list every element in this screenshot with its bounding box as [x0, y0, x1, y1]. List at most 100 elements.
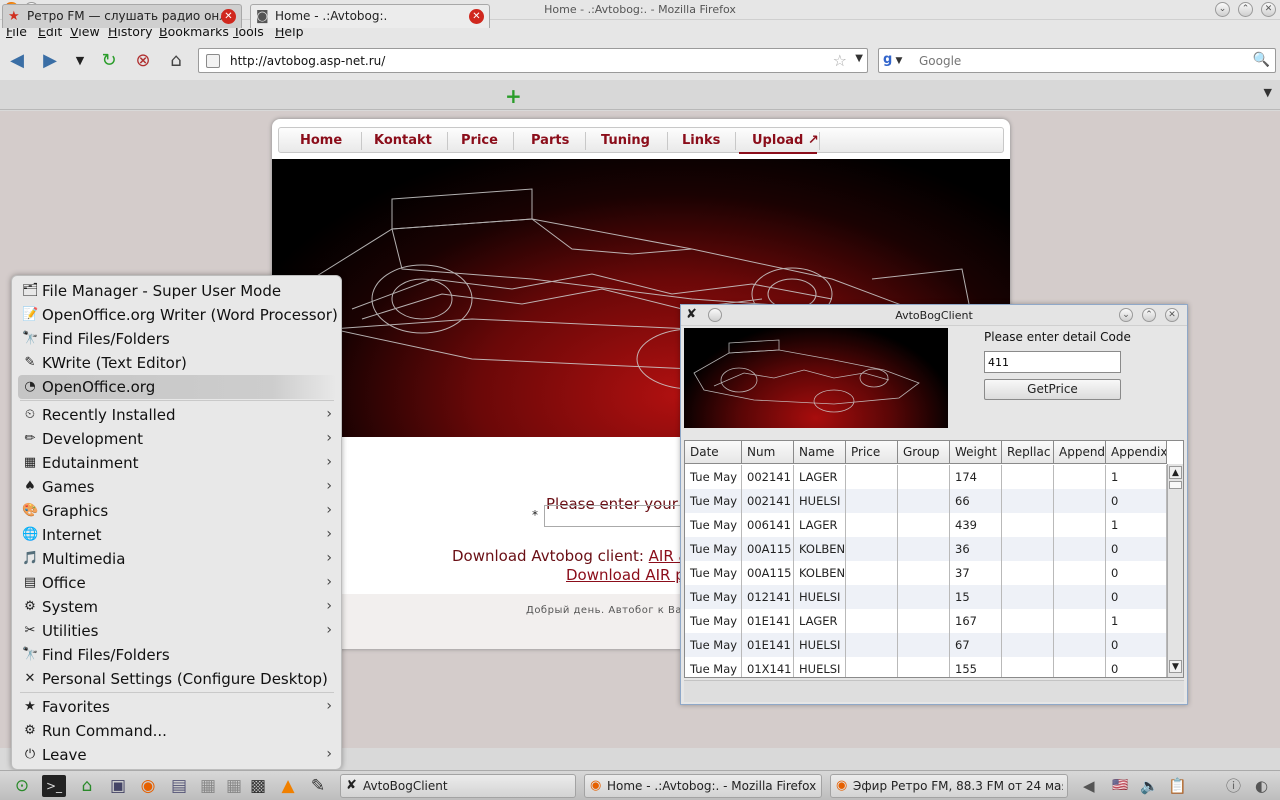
minimize-icon[interactable]: ⌄ [1215, 2, 1230, 17]
google-engine-icon[interactable]: g ▼ [883, 52, 915, 70]
kde-launcher-icon[interactable]: ⊙ [10, 775, 34, 797]
maximize-icon[interactable]: ⌃ [1238, 2, 1253, 17]
home-folder-icon[interactable]: ⌂ [75, 775, 99, 797]
reload-icon[interactable]: ↻ [98, 50, 120, 72]
scroll-up-arrow-icon[interactable]: ▲ [1169, 466, 1182, 479]
table-row[interactable]: Tue May 00A115 KOLBEN 37 0 [685, 561, 1167, 585]
task-firefox-retro[interactable]: ◉ Эфир Ретро FM, 88.3 FM от 24 мая [830, 774, 1068, 798]
menu-item-recently-installed[interactable]: ⏲ Recently Installed › [18, 403, 336, 427]
us-flag-icon[interactable]: 🇺🇸 [1112, 776, 1128, 796]
menu-item-office[interactable]: ▤ Office › [18, 571, 336, 595]
column-header-num[interactable]: Num [742, 441, 794, 464]
menu-item-file-manager-super-user-mode[interactable]: 🗂 File Manager - Super User Mode [18, 279, 336, 303]
close-icon[interactable]: ✕ [1261, 2, 1276, 17]
tab-close-icon[interactable]: ✕ [221, 9, 236, 24]
column-header-weight[interactable]: Weight [950, 441, 1002, 464]
search-input[interactable] [919, 52, 1239, 70]
page-code-input[interactable] [544, 505, 694, 527]
menu-item-openoffice-org-writer-word-processor[interactable]: 📝 OpenOffice.org Writer (Word Processor) [18, 303, 338, 327]
tab-close-icon[interactable]: ✕ [469, 9, 484, 24]
url-bar[interactable]: http://avtobog.asp-net.ru/ ☆ ▼ [198, 48, 868, 73]
forward-icon[interactable]: ▶ [39, 50, 61, 72]
search-bar[interactable]: g ▼ 🔍 [878, 48, 1276, 73]
site-nav-home[interactable]: Home [300, 133, 342, 148]
image-viewer-icon[interactable]: ▩ [246, 775, 270, 797]
site-nav-price[interactable]: Price [461, 133, 498, 148]
system-settings-icon[interactable]: ▣ [106, 775, 130, 797]
menu-item-internet[interactable]: 🌐 Internet › [18, 523, 336, 547]
site-nav-tuning[interactable]: Tuning [601, 133, 650, 148]
site-nav-parts[interactable]: Parts [531, 133, 569, 148]
menu-item-edutainment[interactable]: ▦ Edutainment › [18, 451, 336, 475]
get-price-button[interactable]: GetPrice [984, 379, 1121, 400]
tab-list-chevron-icon[interactable]: ▼ [1264, 86, 1272, 99]
menu-item-multimedia[interactable]: 🎵 Multimedia › [18, 547, 336, 571]
maximize-icon[interactable]: ⌃ [1142, 308, 1156, 322]
download-air-link[interactable]: Download AIR pl [566, 566, 689, 584]
info-icon[interactable]: ⓘ [1226, 776, 1241, 796]
show-desktop-icon[interactable]: ◐ [1255, 776, 1268, 796]
menu-item-system[interactable]: ⚙ System › [18, 595, 336, 619]
site-nav-links[interactable]: Links [682, 133, 720, 148]
clipboard-icon[interactable]: 📋 [1168, 776, 1187, 796]
tab-avtobog[interactable]: ◙ Home - .:Avtobog:. ✕ [250, 4, 490, 28]
minimize-icon[interactable]: ⌄ [1119, 308, 1133, 322]
table-row[interactable]: Tue May 01X141 HUELSI 155 0 [685, 657, 1167, 677]
column-header-name[interactable]: Name [794, 441, 846, 464]
volume-icon[interactable]: 🔈 [1140, 776, 1159, 796]
home-icon[interactable]: ⌂ [165, 50, 187, 72]
table-row[interactable]: Tue May 01E141 HUELSI 67 0 [685, 633, 1167, 657]
menu-item-openoffice-org[interactable]: ◔ OpenOffice.org [18, 375, 336, 399]
column-header-price[interactable]: Price [846, 441, 898, 464]
task-firefox-avtobog[interactable]: ◉ Home - .:Avtobog:. - Mozilla Firefox [584, 774, 822, 798]
menu-item-utilities[interactable]: ✂ Utilities › [18, 619, 336, 643]
search-icon[interactable]: 🔍 [1253, 52, 1270, 68]
history-dropdown-icon[interactable]: ▼ [69, 50, 91, 72]
desktop-pager-icon[interactable]: ▦ [222, 775, 246, 797]
back-icon[interactable]: ◀ [6, 50, 28, 72]
site-nav-upload[interactable]: Upload ↗ [752, 133, 819, 148]
menu-item-leave[interactable]: ⏻ Leave › [18, 743, 336, 767]
file-browser-icon[interactable]: ▤ [167, 775, 191, 797]
url-dropdown-icon[interactable]: ▼ [855, 53, 863, 64]
menu-item-favorites[interactable]: ★ Favorites › [18, 695, 336, 719]
detail-code-input[interactable] [984, 351, 1121, 373]
desktop-pager-icon[interactable]: ▦ [196, 775, 220, 797]
table-row[interactable]: Tue May 00A115 KOLBEN 36 0 [685, 537, 1167, 561]
scroll-thumb[interactable] [1169, 481, 1182, 489]
scroll-down-arrow-icon[interactable]: ▼ [1169, 660, 1182, 673]
menu-item-find-files-folders[interactable]: 🔭 Find Files/Folders [18, 643, 336, 667]
menu-item-games[interactable]: ♠ Games › [18, 475, 336, 499]
site-identity-icon[interactable] [206, 54, 220, 68]
table-row[interactable]: Tue May 006141 LAGER 439 1 [685, 513, 1167, 537]
menu-item-run-command[interactable]: ⚙ Run Command... [18, 719, 336, 743]
site-nav-kontakt[interactable]: Kontakt [374, 133, 432, 148]
firefox-icon[interactable]: ◉ [136, 775, 160, 797]
new-tab-icon[interactable]: + [505, 84, 522, 108]
column-header-group[interactable]: Group [898, 441, 950, 464]
column-header-append[interactable]: Append [1054, 441, 1106, 464]
vlc-icon[interactable]: ▲ [276, 775, 300, 797]
menu-item-graphics[interactable]: 🎨 Graphics › [18, 499, 336, 523]
url-text[interactable]: http://avtobog.asp-net.ru/ [230, 54, 385, 68]
column-header-appendix2[interactable]: Appendix2 [1106, 441, 1167, 464]
table-row[interactable]: Tue May 002141 LAGER 174 1 [685, 465, 1167, 489]
table-row[interactable]: Tue May 012141 HUELSI 15 0 [685, 585, 1167, 609]
text-editor-icon[interactable]: ✎ [306, 775, 330, 797]
close-icon[interactable]: ✕ [1165, 308, 1179, 322]
task-avtobog-client[interactable]: ✘ AvtoBogClient [340, 774, 576, 798]
menu-item-personal-settings-configure-desktop[interactable]: ✕ Personal Settings (Configure Desktop) [18, 667, 336, 691]
tray-scroll-left-icon[interactable]: ◀ [1083, 776, 1095, 796]
tab-retro-fm[interactable]: ★ Ретро FM — слушать радио онл... ✕ [2, 4, 242, 28]
terminal-icon[interactable]: >_ [42, 775, 66, 797]
table-row[interactable]: Tue May 002141 HUELSI 66 0 [685, 489, 1167, 513]
bookmark-star-icon[interactable]: ☆ [833, 51, 847, 70]
grid-vertical-scrollbar[interactable]: ▲ ▼ [1167, 464, 1183, 677]
column-header-date[interactable]: Date [685, 441, 742, 464]
stop-icon[interactable]: ⊗ [132, 50, 154, 72]
table-row[interactable]: Tue May 01E141 LAGER 167 1 [685, 609, 1167, 633]
menu-item-development[interactable]: ✏ Development › [18, 427, 336, 451]
column-header-repllac[interactable]: Repllac [1002, 441, 1054, 464]
menu-item-kwrite-text-editor[interactable]: ✎ KWrite (Text Editor) [18, 351, 336, 375]
menu-item-find-files-folders[interactable]: 🔭 Find Files/Folders [18, 327, 336, 351]
